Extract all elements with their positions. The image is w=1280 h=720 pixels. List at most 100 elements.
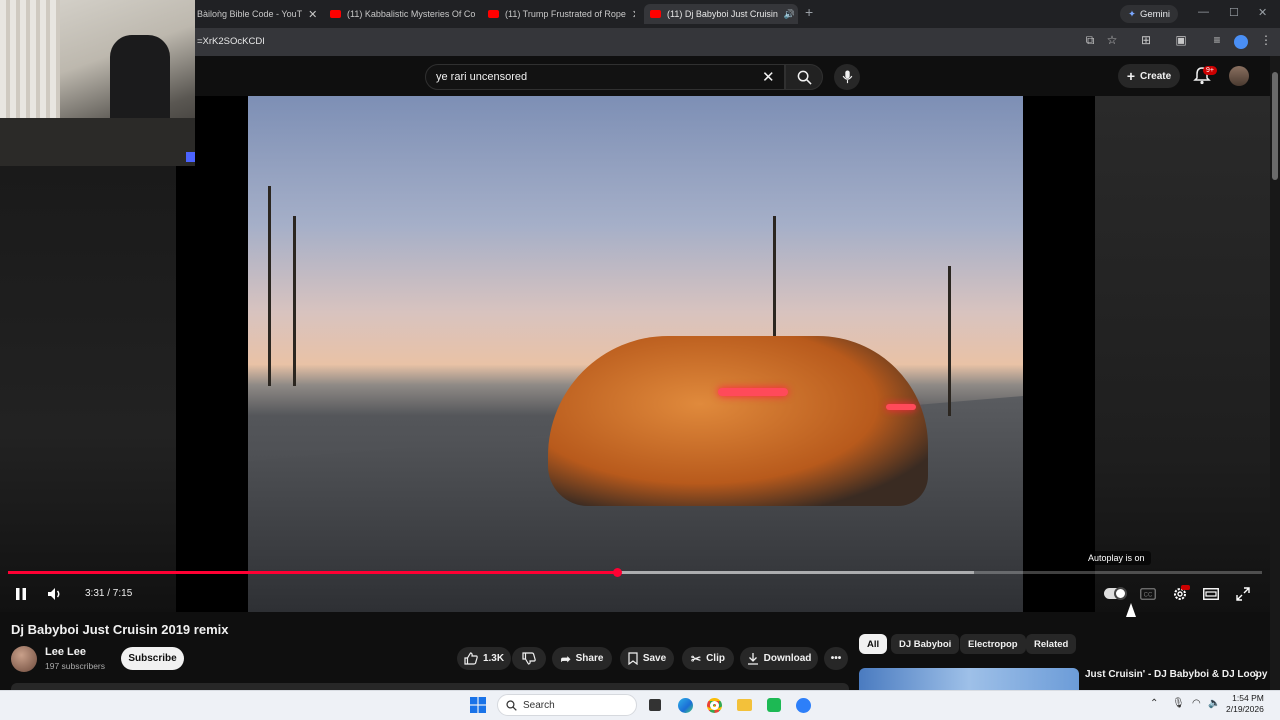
browser-tab-4-active[interactable]: (11) Dj Babyboi Just Cruisin 🔊 ✕	[644, 4, 798, 24]
download-label: Download	[763, 653, 812, 664]
gemini-label: Gemini	[1139, 8, 1171, 20]
like-button[interactable]: 1.3K	[457, 647, 511, 670]
browser-tab-2[interactable]: (11) Kabbalistic Mysteries Of Co ✕	[330, 4, 475, 24]
chip-dj-babyboi[interactable]: DJ Babyboi	[891, 634, 960, 654]
subscribe-button[interactable]: Subscribe	[121, 647, 184, 670]
tab-title: (11) Trump Frustrated of Rope	[505, 9, 626, 19]
bookmark-star-icon[interactable]: ☆	[1103, 33, 1121, 47]
video-frame[interactable]	[248, 96, 1023, 612]
cast-icon[interactable]: ▣	[1172, 33, 1190, 47]
channel-name[interactable]: Lee Lee	[45, 646, 86, 658]
svg-text:CC: CC	[1144, 593, 1153, 599]
browser-tab-3[interactable]: (11) Trump Frustrated of Rope ✕	[488, 4, 635, 24]
scrollbar-thumb[interactable]	[1272, 72, 1278, 180]
video-tree	[293, 216, 296, 386]
taskbar-search[interactable]: Search	[497, 694, 637, 716]
captions-button[interactable]: CC	[1137, 585, 1159, 603]
clock-time: 1:54 PM	[1232, 693, 1264, 703]
miniplayer-icon	[1203, 588, 1219, 600]
like-count: 1.3K	[482, 653, 505, 664]
scissors-icon: ✂	[691, 651, 702, 666]
tab-title: (11) Kabbalistic Mysteries Of Co	[347, 9, 475, 19]
reading-list-icon[interactable]: ≡	[1208, 33, 1226, 47]
description-box[interactable]	[11, 683, 849, 690]
system-clock[interactable]: 1:54 PM 2/19/2026	[1226, 693, 1264, 715]
gemini-sparkle-icon: ✦	[1127, 8, 1136, 20]
gemini-button[interactable]: ✦ Gemini	[1120, 5, 1178, 23]
chip-electropop[interactable]: Electropop	[960, 634, 1026, 654]
speaker-icon[interactable]: 🔊	[784, 9, 795, 20]
channel-avatar[interactable]	[11, 646, 37, 672]
chip-all[interactable]: All	[859, 634, 888, 654]
clip-button[interactable]: ✂ Clip	[682, 647, 734, 670]
share-button[interactable]: ➦ Share	[552, 647, 612, 670]
pause-button[interactable]	[10, 585, 32, 603]
task-view-icon[interactable]	[645, 695, 665, 715]
edge-icon[interactable]	[675, 695, 695, 715]
kebab-menu-icon[interactable]: ⋮	[1250, 668, 1262, 682]
save-button[interactable]: Save	[620, 647, 674, 670]
download-icon	[747, 653, 758, 665]
recommended-title[interactable]: Just Cruisin' - DJ Babyboi & DJ Loopy	[1085, 669, 1267, 680]
taskbar-search-label: Search	[523, 699, 555, 711]
close-icon[interactable]: ✕	[632, 8, 635, 21]
webcam-overlay	[0, 0, 195, 166]
more-horizontal-icon: •••	[830, 653, 842, 664]
close-icon[interactable]: ✕	[308, 8, 317, 21]
maximize-icon[interactable]: ☐	[1229, 6, 1239, 19]
chip-related[interactable]: Related	[1026, 634, 1077, 654]
miniplayer-button[interactable]	[1200, 585, 1222, 603]
clip-label: Clip	[706, 653, 725, 664]
account-avatar[interactable]	[1229, 66, 1249, 86]
search-input[interactable]: ye rari uncensored	[425, 64, 785, 90]
subscriber-count: 197 subscribers	[45, 661, 106, 671]
file-explorer-icon[interactable]	[734, 695, 754, 715]
windows-taskbar	[0, 690, 1280, 720]
youtube-favicon-icon	[330, 10, 341, 18]
voice-search-button[interactable]	[834, 64, 860, 90]
webcam-curtain	[0, 0, 60, 120]
tab-title: Bàiloǹg Bible Code - YouT	[197, 9, 303, 19]
create-button[interactable]: + Create	[1118, 64, 1180, 88]
video-title: Dj Babyboi Just Cruisin 2019 remix	[11, 622, 229, 637]
more-actions-button[interactable]: •••	[824, 647, 848, 670]
player-ambient-left	[0, 166, 176, 612]
search-icon	[797, 70, 812, 85]
extensions-icon[interactable]: ⊞	[1137, 33, 1155, 47]
volume-button[interactable]	[44, 585, 66, 603]
autoplay-toggle-knob[interactable]	[1114, 587, 1127, 600]
start-button[interactable]	[468, 695, 488, 715]
speaker-tray-icon[interactable]: 🔈	[1208, 698, 1220, 709]
dislike-button[interactable]	[512, 647, 546, 670]
profile-avatar[interactable]	[1234, 35, 1248, 49]
video-car-taillight	[886, 404, 916, 410]
autoplay-tooltip: Autoplay is on	[1082, 551, 1151, 565]
kebab-menu-icon[interactable]: ⋮	[1257, 33, 1275, 47]
browser-tab-1[interactable]: Bàiloǹg Bible Code - YouT ✕	[197, 4, 317, 24]
clear-search-icon[interactable]: ✕	[762, 68, 775, 86]
video-car-taillight	[718, 388, 788, 396]
search-icon	[506, 699, 517, 711]
fullscreen-button[interactable]	[1232, 585, 1254, 603]
video-tree	[948, 266, 951, 416]
settings-button[interactable]	[1169, 585, 1191, 603]
volume-icon	[48, 588, 60, 600]
chrome-icon[interactable]	[704, 695, 724, 715]
download-button[interactable]: Download	[740, 647, 818, 670]
window-close-icon[interactable]: ✕	[1258, 6, 1267, 19]
wifi-icon[interactable]: ◠	[1192, 698, 1201, 709]
notification-badge: 9+	[1203, 66, 1217, 75]
install-icon[interactable]: ⧉	[1081, 33, 1099, 48]
microphone-tray-icon[interactable]: 🎙	[1172, 698, 1185, 709]
minimize-icon[interactable]: —	[1198, 6, 1209, 18]
url-text[interactable]: =XrK2SOcKCDI	[197, 36, 265, 47]
clock-date: 2/19/2026	[1226, 704, 1264, 714]
save-label: Save	[642, 653, 667, 664]
new-tab-icon[interactable]: +	[805, 4, 813, 20]
app-icon-blue[interactable]	[793, 695, 813, 715]
mouse-cursor-icon	[1126, 603, 1136, 617]
app-icon[interactable]	[764, 695, 784, 715]
recommended-thumbnail[interactable]	[859, 668, 1079, 690]
search-button[interactable]	[785, 64, 823, 90]
tray-chevron-icon[interactable]: ⌃	[1150, 698, 1158, 709]
